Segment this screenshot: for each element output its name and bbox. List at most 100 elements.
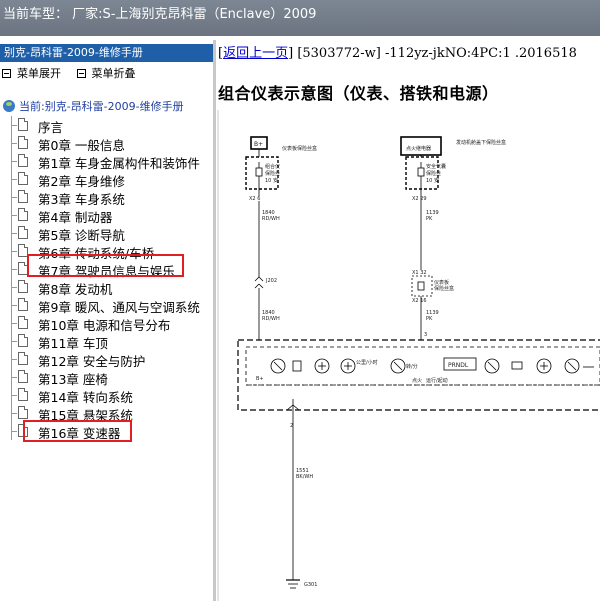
right-fuse-title: 发动机舱盖下保险丝盒 [456,139,506,146]
tree-toolbar: 菜单展开 菜单折叠 [2,65,148,81]
tree-item[interactable]: 第9章 暖风、通风与空调系统 [0,296,213,315]
bplus-label: B+ [254,141,263,148]
page-title: 组合仪表示意图（仪表、搭铁和电源） [218,84,499,103]
fuel-icon [292,360,302,372]
window-titlebar: 当前车型： 厂家:S-上海别克昂科雷（Enclave）2009 [0,0,600,36]
tree-item[interactable]: 第10章 电源和信号分布 [0,314,213,333]
wiring-diagram: B+ 仪表板保险丝盒 组合仪 保险丝 10 安 X2 6 1840 RD/WH … [217,110,600,601]
left-fuse-label-b: 保险丝 [265,170,280,177]
gauge-label-rpm: 转/分 [406,363,418,370]
document-icon [18,190,28,203]
tree-connector-tick [11,377,17,378]
right-fuse-label-b: 保险丝 [426,170,441,177]
tree-item[interactable]: 序言 [0,116,213,135]
document-icon [18,172,28,185]
tree-item[interactable]: 第12章 安全与防护 [0,350,213,369]
right-fuse-label-a: 安全气囊 [426,163,446,170]
navigation-panel: 别克-昂科雷-2009-维修手册 菜单展开 菜单折叠 当前:别克-昂科雷-200… [0,40,214,601]
tree-connector-tick [11,431,17,432]
globe-icon [3,100,15,112]
current-vehicle-title: 当前车型： 厂家:S-上海别克昂科雷（Enclave）2009 [3,7,317,22]
document-icon [18,406,28,419]
instrument-fuse-label-a: 仪表板 [434,279,449,286]
tree-item[interactable]: 第13章 座椅 [0,368,213,387]
content-panel: [返回上一页] [5303772-w] -112yz-jkNO:4PC:1 .2… [216,40,600,601]
left-pin-label: X2 6 [249,196,260,202]
ground-wire-color-label: BK/WH [296,474,313,480]
highlight-box-chapter-7 [27,254,184,277]
right-x2-label: X2 16 [412,298,427,304]
panel-title: 别克-昂科雷-2009-维修手册 [0,44,213,62]
instrument-cluster-outline [237,339,600,411]
tree-item[interactable]: 第8章 发动机 [0,278,213,297]
tree-connector-tick [11,197,17,198]
prndl-label: PRNDL [448,362,469,369]
tree-connector-tick [11,269,17,270]
document-icon [18,388,28,401]
right-pin3-label: 3 [424,332,427,338]
tree-connector-tick [11,179,17,180]
highlight-box-chapter-16 [23,420,132,442]
left-fuse-icon [255,167,263,177]
tree-root-label: 当前:别克-昂科雷-2009-维修手册 [19,100,184,113]
tree-item[interactable]: 第11章 车顶 [0,332,213,351]
right-pin-label: X2 29 [412,196,427,202]
tree-connector-tick [11,323,17,324]
left-bplus-pin-label: B+ [256,376,264,382]
tree-connector-tick [11,215,17,216]
ignition-relay-label: 点火继电器 [406,145,431,152]
right-x1-label: X1 32 [412,270,427,276]
collapse-menu-button[interactable]: 菜单折叠 [76,65,136,81]
tree-connector-tick [11,161,17,162]
tree-item[interactable]: 第1章 车身金属构件和装饰件 [0,152,213,171]
tree-item[interactable]: 第3章 车身系统 [0,188,213,207]
document-icon [18,298,28,311]
document-icon [18,316,28,329]
collapse-icon [76,68,86,78]
expand-icon [2,68,11,78]
doc-nav-line: [返回上一页] [5303772-w] -112yz-jkNO:4PC:1 .2… [218,46,577,61]
tree-item[interactable]: 第2章 车身维修 [0,170,213,189]
tree-item[interactable]: 第14章 转向系统 [0,386,213,405]
tree-root[interactable]: 当前:别克-昂科雷-2009-维修手册 [3,98,184,114]
collapse-menu-label: 菜单折叠 [91,67,136,80]
document-icon [18,136,28,149]
document-icon [18,280,28,293]
right-wire2-color-label: PK [426,316,433,322]
left-connector-label: J202 [265,278,277,284]
tree-connector-tick [11,251,17,252]
right-fuse-icon [417,167,425,177]
left-fuse-label-a: 组合仪 [265,163,280,170]
tree-item[interactable]: 第0章 一般信息 [0,134,213,153]
left-wire2-color-label: RD/WH [262,316,280,322]
tree-connector-tick [11,305,17,306]
right-fuse-label-c: 10 安 [426,177,439,184]
document-icon [18,370,28,383]
document-icon [18,154,28,167]
document-icon [18,226,28,239]
tree-connector-tick [11,395,17,396]
document-icon [18,352,28,365]
tree-connector-tick [11,143,17,144]
tree-connector-tick [11,413,17,414]
expand-menu-button[interactable]: 菜单展开 [2,65,61,81]
tree-item[interactable]: 第4章 制动器 [0,206,213,225]
tree-connector-tick [11,287,17,288]
ground-pin-label: 2 [290,423,293,429]
left-fuse-label-c: 10 安 [265,177,278,184]
left-fuse-title: 仪表板保险丝盒 [282,145,317,152]
document-icon [18,334,28,347]
back-link[interactable]: 返回上一页 [223,46,288,61]
ground-name-label: G301 [304,582,317,588]
cluster-run-label: 运行/起动 [426,377,448,384]
tree-item[interactable]: 第5章 诊断导航 [0,224,213,243]
tree-connector-tick [11,359,17,360]
left-wire-color-label: RD/WH [262,216,280,222]
document-icon [18,118,28,131]
tree-connector-tick [11,125,17,126]
tree-connector-tick [11,233,17,234]
doc-code: [5303772-w] -112yz-jkNO:4PC:1 .2016518 [297,46,577,61]
instrument-fuse-icon [417,281,425,291]
expand-menu-label: 菜单展开 [17,67,61,80]
instrument-fuse-box [411,275,433,297]
